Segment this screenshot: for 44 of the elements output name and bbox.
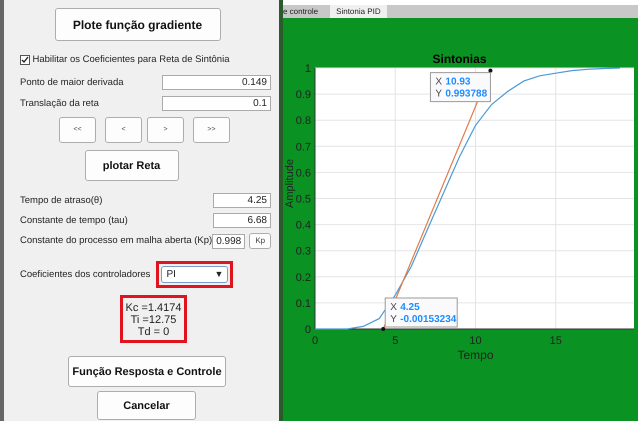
data-tip: X 4.25 Y -0.00153234 (384, 298, 458, 328)
data-tip: X 10.93 Y 0.993788 (430, 72, 491, 102)
tick-label: 0.6 (296, 167, 311, 180)
plot-line-button[interactable]: plotar Reta (84, 150, 178, 182)
tick-label: 5 (392, 335, 398, 347)
field-label: Coeficientes dos controladores (20, 268, 150, 282)
tick-label: 0.8 (296, 115, 311, 128)
field-label: Ponto de maior derivada (20, 76, 124, 90)
tick-label: 0.1 (296, 298, 311, 310)
axis-label: Amplitude (284, 159, 296, 208)
result-text: Kc =1.4174 (124, 302, 182, 314)
checkbox-label: Habilitar os Coeficientes para Reta de Sintônia (32, 53, 230, 67)
plot-gradient-button[interactable]: Plote função gradiente (54, 8, 220, 41)
checkbox[interactable] (20, 55, 30, 66)
tick-label: 0 (312, 335, 318, 347)
tick-label: 0.5 (296, 194, 311, 206)
tick-label: 15 (550, 335, 562, 347)
tick-label: 0.4 (296, 220, 311, 232)
cancel-button[interactable]: Cancelar (97, 391, 196, 420)
tick-label: 10 (469, 335, 482, 347)
controller-dropdown[interactable]: PI ▼ (161, 266, 228, 284)
result-text: Ti =12.75 (130, 314, 178, 326)
chart-title: Sintonias (432, 52, 486, 66)
tick-label: 1 (304, 63, 311, 75)
response-button[interactable]: Função Resposta e Controle (68, 356, 226, 388)
axis-label: Tempo (457, 348, 494, 362)
tick-label: 0.3 (296, 246, 311, 258)
kp-button[interactable]: Kp (249, 233, 272, 250)
input-field[interactable]: 4.25 (213, 193, 271, 208)
tick-label: 0 (304, 324, 311, 336)
field-label: Tempo de atraso(θ) (20, 194, 102, 208)
input-field[interactable]: 0.1 (162, 96, 271, 112)
result-text: Td = 0 (136, 326, 170, 338)
field-label: Constante de tempo (tau) (20, 214, 128, 228)
input-field[interactable]: 0.149 (162, 75, 271, 90)
tick-label: 0.2 (296, 272, 311, 284)
tab[interactable]: Sintonia PID (330, 5, 387, 18)
input-field[interactable]: 0.998 (212, 234, 246, 249)
field-label: Translação da reta (20, 96, 99, 111)
field-label: Constante do processo em malha aberta (Kp) (20, 234, 212, 248)
tick-label: 0.7 (296, 141, 311, 154)
input-field[interactable]: 6.68 (213, 213, 271, 228)
tick-label: 0.9 (296, 89, 311, 102)
tab[interactable]: e controle (283, 5, 324, 18)
